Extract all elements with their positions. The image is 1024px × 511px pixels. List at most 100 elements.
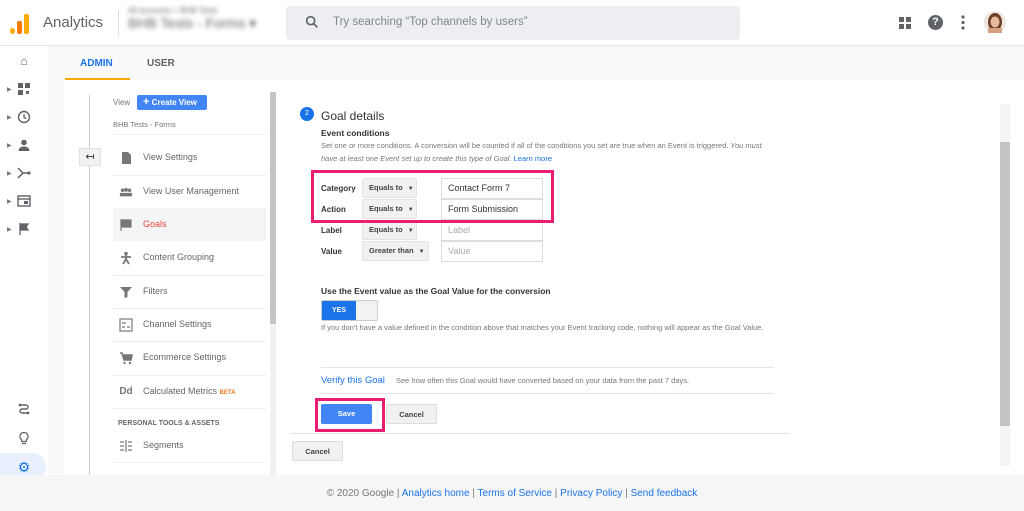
separator: |	[394, 488, 402, 499]
divider	[118, 10, 119, 36]
step-number-badge: 2	[300, 107, 314, 121]
flag-icon	[120, 219, 132, 231]
cart-icon	[120, 352, 133, 365]
scrollbar-thumb[interactable]	[1000, 142, 1010, 426]
filter-icon	[120, 287, 132, 298]
create-view-button[interactable]: + Create View	[137, 95, 207, 110]
menu-item-channel-settings[interactable]: Channel Settings	[113, 308, 266, 341]
label-operator-dropdown[interactable]: Equals to ▼	[362, 220, 417, 240]
menu-item-goals[interactable]: Goals	[113, 208, 266, 241]
menu-item-filters[interactable]: Filters	[113, 275, 266, 308]
gutter	[48, 80, 64, 475]
segments-icon	[120, 440, 132, 452]
separator: |	[622, 488, 631, 499]
privacy-policy-link[interactable]: Privacy Policy	[560, 488, 622, 499]
calculated-metrics-label: Calculated Metrics	[143, 386, 218, 396]
tab-admin[interactable]: ADMIN	[80, 58, 113, 69]
more-vert-icon[interactable]	[961, 15, 965, 30]
view-name: BHB Tests - Forms	[113, 120, 176, 129]
search-placeholder: Try searching “Top channels by users”	[333, 16, 528, 28]
main-scrollbar[interactable]	[1000, 104, 1010, 466]
document-icon	[122, 152, 131, 164]
terms-of-service-link[interactable]: Terms of Service	[478, 488, 552, 499]
value-value-input[interactable]: Value	[441, 241, 543, 262]
section-header: PERSONAL TOOLS & ASSETS	[118, 420, 220, 427]
menu-item-view-settings[interactable]: View Settings	[113, 141, 266, 174]
caret-right-icon: ▶	[7, 227, 12, 233]
conversions-icon[interactable]	[17, 222, 31, 236]
scrollbar-thumb[interactable]	[270, 92, 276, 324]
divider	[321, 393, 774, 394]
top-bar: Analytics All accounts > BHB Tests BHB T…	[0, 0, 1024, 46]
send-feedback-link[interactable]: Send feedback	[631, 488, 698, 499]
view-column-scrollbar[interactable]	[270, 92, 276, 475]
divider	[321, 367, 774, 368]
discover-icon[interactable]	[17, 431, 31, 445]
menu-item-label: Goals	[143, 219, 167, 229]
caret-right-icon: ▶	[7, 115, 12, 121]
audience-icon[interactable]	[17, 138, 31, 152]
event-conditions-description: Set one or more conditions. A conversion…	[321, 139, 771, 165]
verify-note: See how often this Goal would have conve…	[396, 376, 690, 385]
analytics-logo-icon[interactable]	[10, 12, 32, 34]
help-icon[interactable]: ?	[928, 15, 943, 30]
highlight-box-conditions	[311, 170, 554, 223]
cancel-button[interactable]: Cancel	[386, 404, 437, 424]
dropdown-arrow-icon: ▼	[407, 228, 414, 234]
back-arrow-icon[interactable]: ↤	[79, 148, 101, 166]
menu-item-label: Ecommerce Settings	[143, 352, 227, 362]
apps-icon[interactable]	[899, 17, 911, 29]
learn-more-link[interactable]: Learn more	[514, 154, 552, 163]
divider	[113, 134, 266, 135]
highlight-box-save	[315, 398, 385, 432]
plus-icon: +	[143, 96, 150, 108]
outer-cancel-button[interactable]: Cancel	[292, 441, 343, 461]
account-selector[interactable]: All accounts > BHB Tests BHB Tests - For…	[128, 6, 256, 32]
menu-item-calculated-metrics[interactable]: Dd Calculated Metrics BETA	[113, 375, 266, 408]
verify-goal-link[interactable]: Verify this Goal	[321, 375, 385, 386]
use-event-value-toggle[interactable]: YES	[321, 300, 378, 321]
realtime-icon[interactable]	[17, 110, 31, 124]
footer-text: © 2020 Google | Analytics home | Terms o…	[0, 488, 1024, 499]
operator-value: Equals to	[369, 225, 403, 234]
menu-item-label: Segments	[143, 440, 184, 450]
behavior-icon[interactable]	[17, 194, 31, 208]
event-conditions-heading: Event conditions	[321, 128, 390, 138]
condition-label-label: Label	[321, 226, 342, 235]
footer: © 2020 Google | Analytics home | Terms o…	[0, 475, 1024, 511]
menu-item-segments[interactable]: Segments	[113, 429, 266, 462]
caret-right-icon: ▶	[7, 171, 12, 177]
tab-user[interactable]: USER	[147, 58, 175, 69]
menu-item-label: Content Grouping	[143, 252, 215, 262]
separator: |	[469, 488, 478, 499]
separator: |	[552, 488, 561, 499]
admin-gear-icon[interactable]: ⚙	[17, 460, 31, 474]
search-bar[interactable]: Try searching “Top channels by users”	[286, 6, 740, 40]
account-path: All accounts > BHB Tests	[128, 6, 218, 15]
customization-icon[interactable]	[17, 82, 31, 96]
label-value-input[interactable]: Label	[441, 220, 543, 241]
condition-label-value: Value	[321, 247, 342, 256]
channel-settings-icon	[119, 318, 133, 332]
menu-item-label: View Settings	[143, 152, 198, 162]
menu-item-label: Calculated Metrics BETA	[143, 386, 235, 396]
avatar[interactable]	[984, 11, 1006, 33]
search-icon	[305, 15, 318, 28]
menu-item-view-user-management[interactable]: View User Management	[113, 175, 266, 208]
use-event-value-label: Use the Event value as the Goal Value fo…	[321, 286, 551, 296]
caret-right-icon: ▶	[7, 199, 12, 205]
admin-user-tabs: ADMIN USER	[48, 46, 1024, 80]
acquisition-icon[interactable]	[17, 166, 31, 180]
analytics-home-link[interactable]: Analytics home	[402, 488, 470, 499]
menu-item-content-grouping[interactable]: Content Grouping	[113, 241, 266, 274]
description-text: Set one or more conditions. A conversion…	[321, 141, 729, 150]
value-operator-dropdown[interactable]: Greater than ▼	[362, 241, 429, 261]
menu-item-label: Filters	[143, 286, 168, 296]
left-nav: ⌂ ▶ ▶ ▶ ▶ ▶ ▶ ⚙ ›	[0, 46, 48, 503]
home-icon[interactable]: ⌂	[17, 54, 31, 68]
attribution-icon[interactable]	[17, 403, 31, 417]
menu-item-label: View User Management	[143, 186, 239, 196]
menu-item-ecommerce-settings[interactable]: Ecommerce Settings	[113, 341, 266, 374]
dd-icon: Dd	[119, 386, 133, 397]
app-name: Analytics	[43, 14, 104, 31]
